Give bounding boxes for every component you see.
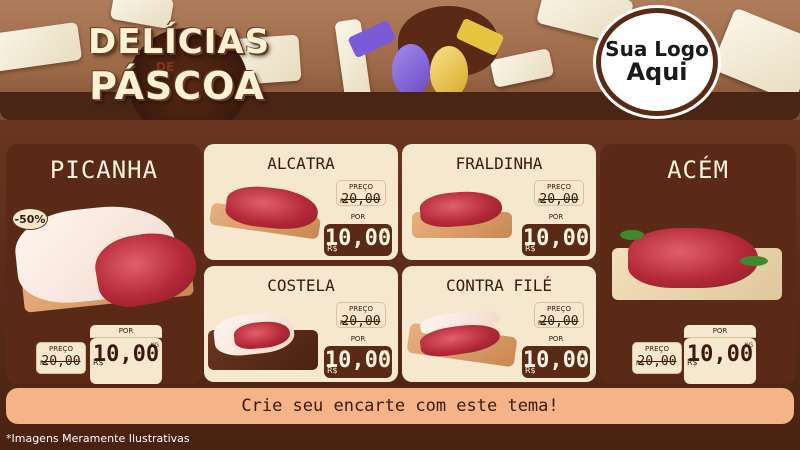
old-price: 20,00: [539, 314, 579, 329]
product-name: PICANHA: [49, 156, 159, 184]
new-price-tag: POR R$ 10,00 KG: [324, 211, 392, 256]
herb-garnish: [620, 230, 644, 240]
easter-title: DELÍCIAS DE PÁSCOA: [88, 18, 271, 120]
white-chocolate-bar: [489, 48, 555, 88]
unit-label: KG: [578, 228, 587, 235]
acem-meat: [628, 228, 758, 288]
purple-easter-egg: [392, 44, 430, 96]
old-price: 20,00: [41, 354, 81, 369]
header-banner: DELÍCIAS DE PÁSCOA Sua Logo Aqui: [0, 0, 800, 120]
logo-line2: Aqui: [626, 57, 688, 86]
new-price-tag: POR R$ 10,00 KG: [522, 211, 590, 256]
product-card-fraldinha: FRALDINHA PREÇO R$ 20,00 POR R$ 10,00 KG: [402, 144, 596, 260]
discount-badge: -50%: [12, 208, 48, 230]
old-price: 20,00: [539, 192, 579, 207]
preco-label: PREÇO: [547, 305, 571, 313]
por-label: POR: [522, 333, 590, 346]
old-price: 20,00: [341, 314, 381, 329]
unit-label: KG: [380, 228, 389, 235]
old-price-tag: PREÇO R$ 20,00: [534, 302, 584, 329]
white-chocolate-bar: [0, 21, 83, 73]
preco-label: PREÇO: [645, 345, 669, 353]
preco-label: PREÇO: [349, 305, 373, 313]
title-line2: PÁSCOA: [89, 64, 265, 108]
preco-label: PREÇO: [349, 183, 373, 191]
product-card-alcatra: ALCATRA PREÇO R$ 20,00 POR R$ 10,00 KG: [204, 144, 398, 260]
product-name: ACÉM: [667, 156, 729, 184]
unit-label: KG: [150, 342, 159, 349]
old-price-tag: PREÇO R$ 20,00: [534, 180, 584, 207]
disclaimer-text: *Imagens Meramente Ilustrativas: [6, 432, 190, 445]
old-price: 20,00: [341, 192, 381, 207]
herb-garnish: [740, 256, 768, 266]
gold-easter-egg: [430, 46, 468, 98]
unit-label: KG: [578, 350, 587, 357]
new-price-tag: POR R$ 10,00 KG: [522, 333, 590, 378]
product-name: FRALDINHA: [455, 154, 543, 173]
new-price-tag: POR R$ 10,00 KG: [684, 325, 756, 384]
por-label: POR: [324, 333, 392, 346]
product-name: CONTRA FILÉ: [446, 276, 552, 295]
cta-banner: Crie seu encarte com este tema!: [6, 388, 794, 424]
title-line1: DELÍCIAS: [88, 22, 271, 62]
por-label: POR: [684, 325, 756, 338]
old-price-tag: PREÇO R$ 20,00: [36, 342, 86, 374]
unit-label: KG: [380, 350, 389, 357]
product-card-acem: ACÉM PREÇO R$ 20,00 POR R$ 10,00 KG: [600, 144, 796, 384]
por-label: POR: [522, 211, 590, 224]
old-price-tag: PREÇO R$ 20,00: [632, 342, 682, 374]
product-card-costela: COSTELA PREÇO R$ 20,00 POR R$ 10,00 KG: [204, 266, 398, 382]
old-price-tag: PREÇO R$ 20,00: [336, 180, 386, 207]
product-card-picanha: PICANHA PREÇO R$ 20,00 POR R$ 10,00 KG: [6, 144, 202, 384]
product-card-contra-file: CONTRA FILÉ PREÇO R$ 20,00 POR R$ 10,00 …: [402, 266, 596, 382]
unit-label: KG: [744, 342, 753, 349]
por-label: POR: [324, 211, 392, 224]
white-chocolate-bar: [710, 7, 800, 103]
por-label: POR: [90, 325, 162, 338]
new-price-tag: POR R$ 10,00 KG: [90, 325, 162, 384]
product-name: COSTELA: [267, 276, 335, 295]
product-name: ALCATRA: [267, 154, 335, 173]
preco-label: PREÇO: [547, 183, 571, 191]
old-price-tag: PREÇO R$ 20,00: [336, 302, 386, 329]
logo-line1: Sua Logo: [605, 36, 709, 61]
old-price: 20,00: [637, 354, 677, 369]
logo-placeholder: Sua Logo Aqui: [596, 8, 718, 116]
preco-label: PREÇO: [49, 345, 73, 353]
new-price-tag: POR R$ 10,00 KG: [324, 333, 392, 378]
